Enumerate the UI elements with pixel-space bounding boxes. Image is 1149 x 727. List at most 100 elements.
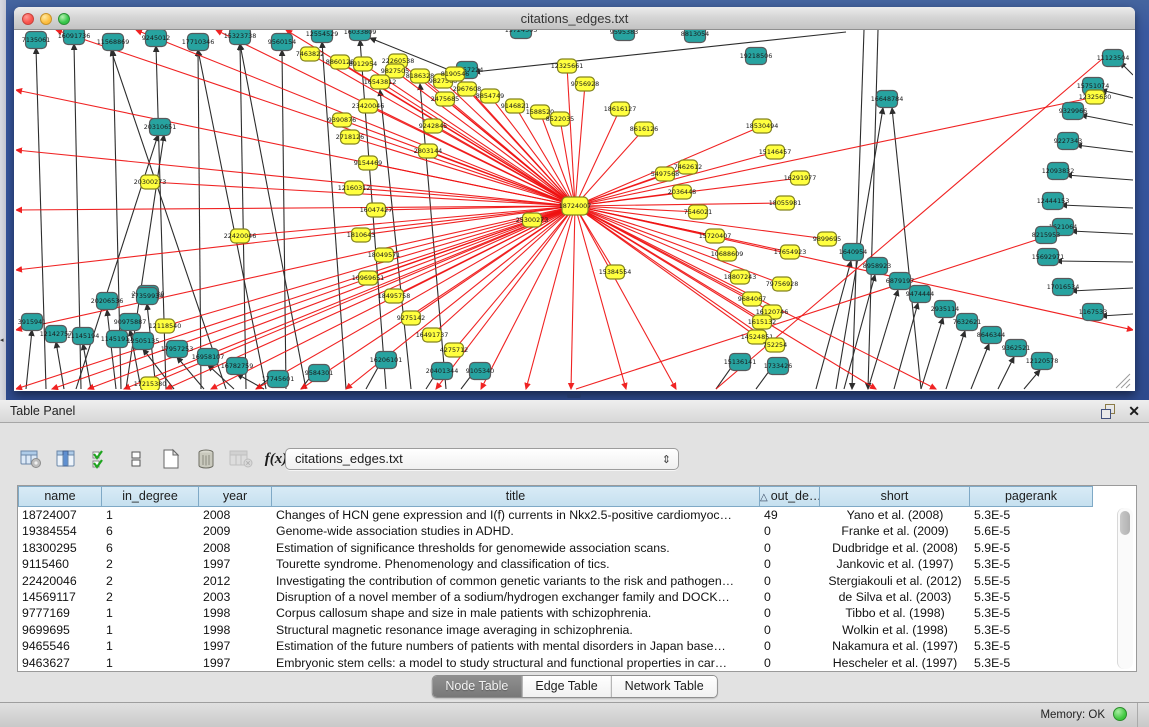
table-row[interactable]: 911546021997Tourette syndrome. Phenomeno… [18,556,1136,572]
graph-node[interactable]: 17654923 [774,245,807,259]
graph-node[interactable]: 15692971 [1032,249,1065,266]
table-row[interactable]: 1456911722003Disruption of a novel membe… [18,589,1136,605]
graph-node[interactable]: 17957253 [161,341,194,358]
graph-node[interactable]: 18049571 [368,248,401,262]
graph-node[interactable]: 16047427 [360,203,393,217]
graph-node[interactable]: 16291977 [784,171,817,185]
close-panel-icon[interactable]: ✕ [1128,402,1140,420]
column-visibility-icon[interactable] [53,446,79,472]
graph-node[interactable]: 18724007 [559,197,592,215]
graph-node[interactable]: 20310651 [144,119,177,136]
graph-node[interactable]: 8616126 [630,122,658,136]
graph-node[interactable]: 1640954 [839,244,867,261]
graph-node[interactable]: 7135061 [22,32,50,49]
table-row[interactable]: 1938455462009Genome-wide association stu… [18,523,1136,539]
graph-node[interactable]: 12093832 [1042,163,1075,180]
graph-node[interactable]: 90975887 [114,314,147,331]
float-panel-icon[interactable] [1101,404,1115,418]
graph-node[interactable]: 1167533 [1079,304,1107,321]
canvas-resize-grip[interactable] [1116,374,1130,388]
column-header-pagerank[interactable]: pagerank [970,486,1093,507]
graph-node[interactable]: 2935114 [931,301,959,318]
table-row[interactable]: 977716911998Corpus callosum shape and si… [18,605,1136,621]
graph-node[interactable]: 15384554 [599,265,632,279]
graph-node[interactable]: 9329966 [1059,103,1087,120]
table-row[interactable]: 946554611997Estimation of the future num… [18,638,1136,654]
graph-node[interactable]: 2036448 [668,185,696,199]
graph-node[interactable]: 16958107 [192,349,225,366]
graph-node[interactable]: 9756928 [571,77,599,91]
graph-node[interactable]: 1810643 [347,228,375,242]
graph-node[interactable]: 8813054 [681,30,709,43]
graph-node[interactable]: 2718126 [336,130,364,144]
column-header-name[interactable]: name [18,486,102,507]
tab-network-table[interactable]: Network Table [612,676,717,697]
graph-node[interactable]: 9560154 [268,34,296,51]
column-header-in_degree[interactable]: in_degree [102,486,199,507]
scrollbar-thumb[interactable] [1120,511,1130,535]
graph-node[interactable]: 8958923 [863,258,891,275]
graph-node[interactable]: 7546021 [684,205,712,219]
graph-node[interactable]: 3915941 [18,314,46,331]
graph-node[interactable]: 9584301 [305,365,333,382]
graph-node[interactable]: 752254 [763,338,787,352]
graph-node[interactable]: 4275712 [440,343,468,357]
column-header-out_de[interactable]: △out_de… [760,486,820,507]
graph-node[interactable]: 15323738 [224,30,257,45]
new-table-icon[interactable] [158,446,184,472]
graph-node[interactable]: 7463822 [296,47,324,61]
graph-node[interactable]: 20401344 [426,363,459,380]
graph-node[interactable]: 7632621 [953,314,981,331]
panel-collapse-arrow-icon[interactable]: ◂ [0,336,4,344]
tab-node-table[interactable]: Node Table [432,676,522,697]
graph-node[interactable]: 8646344 [977,327,1005,344]
graph-node[interactable]: 17710346 [182,34,215,51]
graph-node[interactable]: 18055981 [769,196,802,210]
graph-node[interactable]: 12118540 [149,319,182,333]
window-titlebar[interactable]: citations_edges.txt [14,7,1135,30]
table-row[interactable]: 969969511998Structural magnetic resonanc… [18,622,1136,638]
graph-node[interactable]: 22420046 [224,229,257,243]
network-view-window[interactable]: citations_edges.txt 71350611609173611568… [14,7,1135,391]
graph-node[interactable]: 16091736 [58,30,91,45]
graph-node[interactable]: 17745601 [262,371,295,388]
memory-status-led-icon[interactable] [1113,707,1127,721]
select-rows-icon[interactable] [88,446,114,472]
graph-node[interactable]: 15720407 [699,229,732,243]
graph-node[interactable]: 2475685 [431,92,459,106]
vertical-scrollbar[interactable] [1117,508,1133,669]
panel-splitter-handle[interactable] [567,393,581,398]
tab-edge-table[interactable]: Edge Table [522,676,611,697]
graph-node[interactable]: 9899695 [813,232,841,246]
graph-node[interactable]: 1733426 [764,358,792,375]
graph-node[interactable]: 12120578 [1026,353,1059,370]
graph-node[interactable]: 9227343 [1054,133,1082,150]
graph-node[interactable]: 18616127 [604,102,637,116]
graph-node[interactable]: 16782759 [221,358,254,375]
graph-node[interactable]: 17016534 [1047,279,1080,296]
graph-node[interactable]: 12444153 [1037,193,1070,210]
graph-node[interactable]: 9390876 [328,113,356,127]
table-row[interactable]: 946362711997Embryonic stem cells: a mode… [18,655,1136,671]
graph-node[interactable]: 9275142 [397,311,425,325]
delete-table-icon[interactable] [193,446,219,472]
graph-node[interactable]: 16491737 [416,328,449,342]
graph-node[interactable]: 9474444 [906,286,934,303]
table-row[interactable]: 1872400712008Changes of HCN gene express… [18,507,1136,523]
graph-node[interactable]: 15146457 [759,145,792,159]
graph-node[interactable]: 9245012 [142,30,170,47]
citation-network-graph[interactable]: 7135061160917361156886992450121771034615… [16,30,1133,390]
network-canvas[interactable]: 7135061160917361156886992450121771034615… [16,30,1133,390]
table-select-dropdown[interactable]: citations_edges.txt ⇕ [285,448,679,470]
graph-node[interactable]: 9595383 [610,30,638,41]
node-table[interactable]: namein_degreeyeartitle△out_de…shortpager… [17,485,1137,672]
import-table-icon[interactable] [228,446,254,472]
row-height-icon[interactable] [123,446,149,472]
column-header-title[interactable]: title [272,486,760,507]
graph-node[interactable]: 19218506 [740,48,773,65]
graph-node[interactable]: 11123504 [1097,50,1130,67]
table-row[interactable]: 2242004622012Investigating the contribut… [18,573,1136,589]
column-header-short[interactable]: short [820,486,970,507]
graph-node[interactable]: 9105340 [466,363,494,380]
table-settings-icon[interactable] [18,446,44,472]
